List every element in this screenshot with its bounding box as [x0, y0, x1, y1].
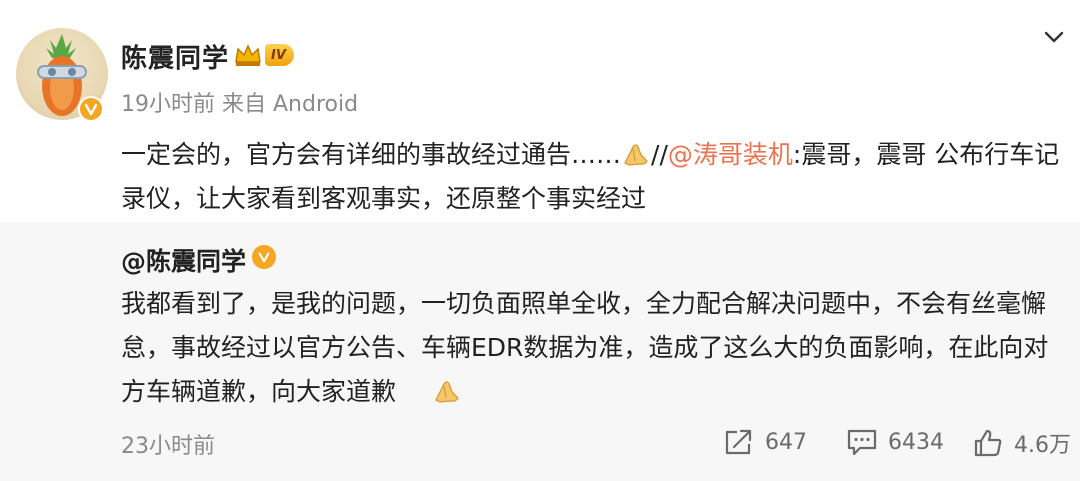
repost-text: 我都看到了，是我的问题，一切负面照单全收，全力配合解决问题中，不会有丝毫懈怠，事…: [121, 282, 1061, 414]
post-timestamp[interactable]: 19小时前: [121, 92, 215, 117]
chevron-down-icon[interactable]: [1040, 26, 1068, 48]
share-icon: [725, 429, 752, 455]
repost-count: 647: [765, 429, 807, 455]
verified-icon: [252, 245, 276, 269]
post-meta: 19小时前 来自 Android: [121, 86, 358, 118]
post-text-separator: //: [651, 140, 668, 169]
comment-count: 6434: [888, 429, 944, 455]
verified-icon: [78, 96, 104, 122]
post-text: 一定会的，官方会有详细的事故经过通告…… //@涛哥装机:震哥，震哥 公布行车记…: [121, 133, 1061, 221]
repost-author-name[interactable]: @陈震同学: [121, 242, 246, 278]
post-card: 陈震同学 IV 19小时前 来自 Android 一定会的，官方会有详细的事故经…: [0, 0, 1080, 222]
mention-link[interactable]: @涛哥装机: [668, 140, 793, 169]
repost-button[interactable]: 647: [723, 427, 807, 457]
repost-text-body: 我都看到了，是我的问题，一切负面照单全收，全力配合解决问题中，不会有丝毫懈怠，事…: [121, 289, 1049, 406]
repost-timestamp[interactable]: 23小时前: [121, 428, 215, 460]
pray-hands-emoji: [624, 144, 648, 166]
post-source: 来自 Android: [222, 92, 359, 117]
like-count: 4.6万: [1014, 433, 1071, 458]
crown-icon: [235, 44, 261, 66]
post-text-part1: 一定会的，官方会有详细的事故经过通告……: [121, 140, 622, 169]
repost-card[interactable]: @陈震同学 我都看到了，是我的问题，一切负面照单全收，全力配合解决问题中，不会有…: [0, 222, 1080, 481]
comment-icon: [847, 429, 877, 456]
pray-hands-emoji: [435, 381, 459, 403]
post-author-name[interactable]: 陈震同学: [121, 38, 229, 75]
thumb-up-icon: [974, 429, 1002, 457]
like-button[interactable]: 4.6万: [972, 427, 1071, 459]
rank-level: IV: [265, 44, 294, 66]
comment-button[interactable]: 6434: [846, 427, 944, 457]
user-rank-badge: IV: [233, 42, 294, 68]
